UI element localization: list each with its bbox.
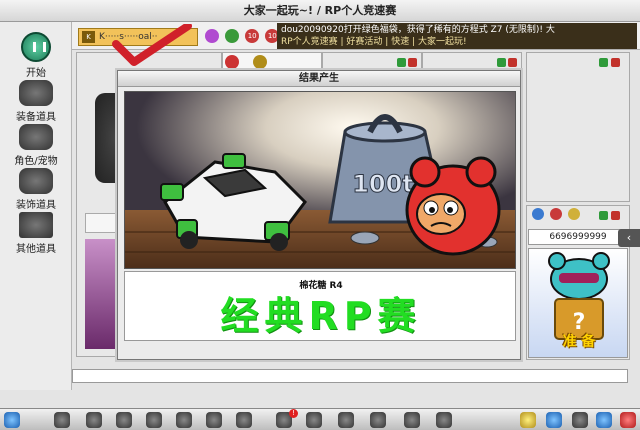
- green-gem-icon: [225, 29, 240, 43]
- sidebar-item-label: 其他道具: [16, 244, 56, 255]
- slot-open-button[interactable]: [599, 58, 608, 67]
- sidebar-item-label: 装饰道具: [16, 200, 56, 211]
- medal-icon: [253, 55, 267, 69]
- news-ticker[interactable]: dou20090920打开绿色福袋，获得了稀有的方程式 Z7 (无限制)! 大 …: [277, 23, 637, 49]
- hammer-icon: [225, 55, 239, 69]
- player-name: K·····s·····oal··: [99, 32, 158, 42]
- score-display: 6696999999: [528, 229, 628, 245]
- decoration-icon[interactable]: [236, 412, 252, 428]
- mail-notification-badge: !: [289, 409, 298, 418]
- power-icon[interactable]: [620, 412, 636, 428]
- sidebar-item-label: 开始: [26, 68, 46, 79]
- self-badges: [532, 208, 581, 222]
- profile-icon[interactable]: [206, 412, 222, 428]
- weight-label: 100t: [352, 170, 414, 198]
- home-icon[interactable]: [4, 412, 20, 428]
- top-status-strip: K K·····s·····oal·· 10 10 10 dou20090920…: [72, 22, 640, 50]
- race-caption: 经典RP赛: [220, 294, 422, 338]
- wrench-icon[interactable]: [306, 412, 322, 428]
- medal-icon: [550, 208, 563, 220]
- stat-badge-1: 10: [245, 29, 260, 43]
- slot-close-button[interactable]: [611, 58, 620, 67]
- dialog-title: 结果产生: [118, 71, 520, 87]
- chat-input[interactable]: [72, 369, 628, 383]
- note-icon[interactable]: [520, 412, 536, 428]
- sidebar-item-character[interactable]: 角色/宠物: [2, 124, 70, 167]
- world-icon[interactable]: [436, 412, 452, 428]
- sidebar-item-label: 装备道具: [16, 112, 56, 123]
- scene-art: 100t: [125, 92, 515, 268]
- tools-icon[interactable]: [176, 412, 192, 428]
- helmet-icon[interactable]: [146, 412, 162, 428]
- sidebar-item-other[interactable]: 其他道具: [2, 212, 70, 255]
- options-icon[interactable]: [572, 412, 588, 428]
- search-icon[interactable]: [596, 412, 612, 428]
- kart-name: 棉花糖 R4: [299, 281, 343, 291]
- player-slot-2[interactable]: [222, 52, 322, 72]
- slot-pink-bar: [85, 239, 115, 349]
- settings-icon[interactable]: [404, 412, 420, 428]
- cart-icon[interactable]: [86, 412, 102, 428]
- result-scene: 100t: [124, 91, 516, 269]
- sidebar-item-decoration[interactable]: 装饰道具: [2, 168, 70, 211]
- slot-open-button[interactable]: [599, 211, 608, 220]
- ready-label[interactable]: 准 备: [529, 331, 627, 351]
- sidebar-item-start[interactable]: 开始: [2, 32, 70, 79]
- hand-icon[interactable]: [338, 412, 354, 428]
- helmet-icon: [19, 80, 53, 106]
- back-icon[interactable]: [54, 412, 70, 428]
- self-character-preview: ? 准 备: [528, 248, 628, 358]
- result-dialog: 结果产生 100t 棉花糖 R4 经典RP赛: [117, 70, 521, 360]
- slot-close-button[interactable]: [508, 58, 517, 67]
- slot-open-button[interactable]: [397, 58, 406, 67]
- crate-icon: [19, 212, 53, 238]
- trophy-icon: [568, 208, 581, 220]
- network-icon[interactable]: [546, 412, 562, 428]
- sidebar-item-equipment[interactable]: 装备道具: [2, 80, 70, 123]
- shield-icon: [532, 208, 544, 220]
- player-slot-4[interactable]: [422, 52, 522, 72]
- news-line-2: RP个人竞速赛 | 好赛活动 | 快速 | 大家一起玩!: [281, 37, 467, 47]
- player-level-badge: K: [82, 31, 95, 43]
- news-line-1: dou20090920打开绿色福袋，获得了稀有的方程式 Z7 (无限制)! 大: [281, 25, 555, 35]
- play-pause-icon: [21, 32, 51, 62]
- slot-close-button[interactable]: [611, 211, 620, 220]
- left-sidebar: 开始 装备道具 角色/宠物 装饰道具 其他道具: [0, 22, 72, 390]
- result-info-box: 棉花糖 R4 经典RP赛: [124, 271, 516, 341]
- book-icon[interactable]: [370, 412, 386, 428]
- bottom-toolbar: [0, 408, 640, 430]
- player-info-chip[interactable]: K K·····s·····oal··: [78, 28, 198, 46]
- slot-close-button[interactable]: [408, 58, 417, 67]
- slot-open-button[interactable]: [497, 58, 506, 67]
- hand-decoration-icon: [19, 168, 53, 194]
- title-bar: 大家一起玩~! / RP个人竞速赛: [0, 0, 640, 22]
- character-icon[interactable]: [116, 412, 132, 428]
- player-slot-3[interactable]: [322, 52, 422, 72]
- collapse-tab[interactable]: ‹: [618, 229, 640, 247]
- window-title: 大家一起玩~! / RP个人竞速赛: [243, 4, 397, 17]
- game-window: 大家一起玩~! / RP个人竞速赛 K K·····s·····oal·· 10…: [0, 0, 640, 430]
- character-icon: [19, 124, 53, 150]
- sidebar-item-label: 角色/宠物: [14, 156, 58, 167]
- purple-gem-icon: [205, 29, 219, 43]
- player-slot-5[interactable]: [526, 52, 630, 202]
